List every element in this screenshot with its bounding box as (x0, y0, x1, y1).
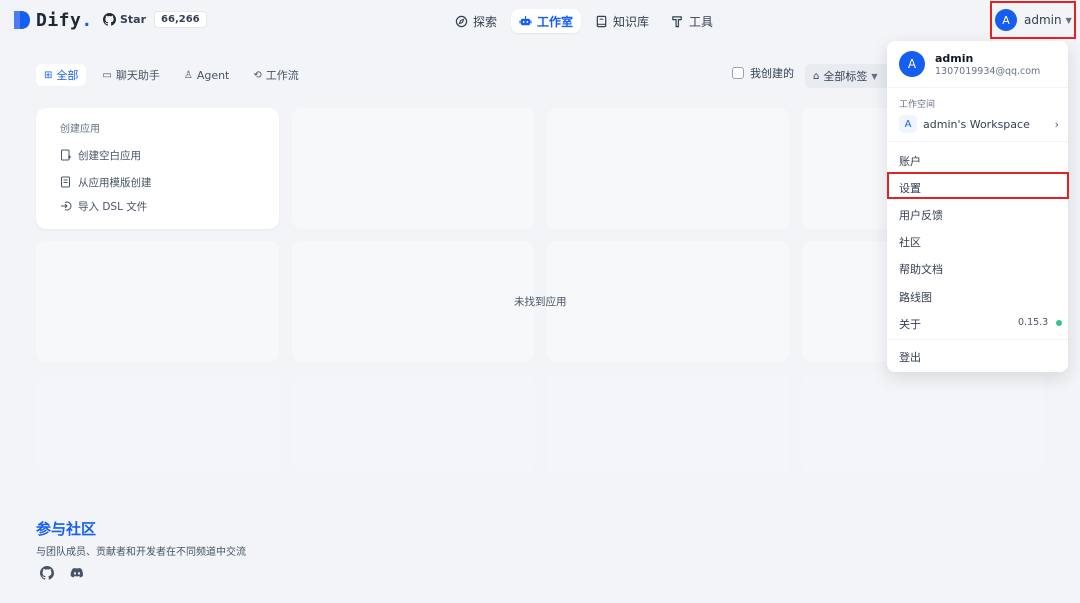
menu-item-about[interactable]: 关于 (899, 316, 921, 332)
nav-explore[interactable]: 探索 (447, 9, 505, 33)
create-blank-app[interactable]: 创建空白应用 (60, 143, 279, 167)
menu-user-name: admin (935, 51, 974, 65)
mine-filter[interactable]: 我创建的 (732, 65, 794, 81)
menu-item-docs[interactable]: 帮助文档 (899, 261, 943, 277)
tab-chat[interactable]: ▭ 聊天助手 (94, 64, 167, 86)
github-icon[interactable] (40, 566, 54, 580)
tab-agent[interactable]: ♙ Agent (176, 64, 238, 86)
avatar: A (899, 51, 925, 77)
grid-icon: ⊞ (44, 69, 53, 81)
book-icon (595, 15, 608, 28)
placeholder-card (36, 241, 279, 362)
workflow-icon: ⟲ (253, 69, 262, 81)
star-label: Star (120, 13, 147, 26)
community-subtitle: 与团队成员、贡献者和开发者在不同频道中交流 (36, 547, 246, 558)
agent-icon: ♙ (183, 69, 193, 81)
placeholder-card (292, 374, 534, 474)
workspace-name: admin's Workspace (923, 117, 1030, 131)
top-header: Dify. Star 66,266 探索 工作室 知识库 工具 A admin … (0, 0, 1080, 42)
menu-user-info: A admin 1307019934@qq.com (899, 51, 1040, 77)
github-star[interactable]: Star 66,266 (103, 11, 207, 28)
menu-user-email: 1307019934@qq.com (935, 65, 1041, 77)
chevron-right-icon: › (1054, 117, 1059, 131)
logo-text: Dify. (36, 9, 93, 31)
user-name: admin (1024, 13, 1062, 27)
workspace-selector[interactable]: A admin's Workspace › (899, 115, 1059, 133)
workspace-label: 工作空间 (899, 100, 936, 110)
tag-icon: ⌂ (813, 70, 820, 82)
github-icon (103, 13, 116, 26)
divider (887, 339, 1068, 340)
community-section: 参与社区 与团队成员、贡献者和开发者在不同频道中交流 (36, 518, 246, 558)
create-app-card: 创建应用 创建空白应用 从应用模版创建 导入 DSL 文件 (36, 108, 279, 229)
tab-workflow[interactable]: ⟲ 工作流 (245, 64, 306, 86)
user-dropdown-menu: A admin 1307019934@qq.com 工作空间 A admin's… (887, 41, 1069, 372)
placeholder-card (292, 241, 534, 362)
compass-icon (455, 15, 468, 28)
placeholder-card (547, 108, 789, 229)
app-type-tabs: ⊞ 全部 ▭ 聊天助手 ♙ Agent ⟲ 工作流 (36, 64, 307, 86)
divider (887, 87, 1068, 88)
tag-filter-select[interactable]: ⌂ 全部标签 ▼ (805, 64, 895, 88)
version-badge: 0.15.3 (1018, 317, 1063, 328)
status-dot-icon (1056, 319, 1063, 326)
placeholder-card (547, 374, 789, 474)
placeholder-card (547, 241, 789, 362)
divider (887, 141, 1068, 142)
create-from-template[interactable]: 从应用模版创建 (60, 170, 279, 194)
menu-item-logout[interactable]: 登出 (899, 349, 921, 365)
menu-item-feedback[interactable]: 用户反馈 (899, 207, 943, 223)
community-title: 参与社区 (36, 520, 97, 538)
main-nav: 探索 工作室 知识库 工具 (447, 9, 721, 33)
discord-icon[interactable] (70, 566, 84, 580)
avatar: A (995, 9, 1017, 31)
social-links (40, 566, 84, 580)
menu-item-community[interactable]: 社区 (899, 234, 921, 250)
chat-icon: ▭ (102, 69, 112, 81)
hammer-icon (671, 15, 684, 28)
placeholder-card (802, 374, 1044, 474)
nav-knowledge[interactable]: 知识库 (587, 9, 657, 33)
dify-logo-icon (12, 9, 32, 31)
menu-item-settings[interactable]: 设置 (899, 180, 921, 196)
menu-item-roadmap[interactable]: 路线图 (899, 289, 932, 305)
tab-all[interactable]: ⊞ 全部 (36, 64, 87, 86)
version-text: 0.15.3 (1018, 317, 1049, 328)
create-app-title: 创建应用 (60, 124, 100, 135)
dify-logo[interactable]: Dify. (12, 9, 93, 31)
import-dsl[interactable]: 导入 DSL 文件 (60, 194, 279, 218)
menu-item-account[interactable]: 账户 (899, 153, 921, 169)
nav-studio[interactable]: 工作室 (511, 9, 582, 33)
mine-checkbox[interactable] (732, 67, 744, 79)
nav-tools[interactable]: 工具 (663, 9, 721, 33)
robot-icon (519, 15, 532, 28)
user-menu-button[interactable]: A admin ▼ (990, 1, 1076, 39)
chevron-down-icon: ▼ (871, 71, 878, 81)
mine-label: 我创建的 (750, 67, 794, 80)
github-star-button[interactable]: Star (103, 13, 146, 26)
file-plus-icon (60, 149, 72, 161)
placeholder-card (292, 108, 534, 229)
empty-state-message: 未找到应用 (514, 296, 567, 308)
import-icon (60, 200, 72, 212)
chevron-down-icon: ▼ (1065, 15, 1072, 25)
template-icon (60, 176, 72, 188)
star-count[interactable]: 66,266 (154, 11, 207, 28)
workspace-badge: A (899, 115, 917, 133)
placeholder-card (36, 374, 279, 474)
